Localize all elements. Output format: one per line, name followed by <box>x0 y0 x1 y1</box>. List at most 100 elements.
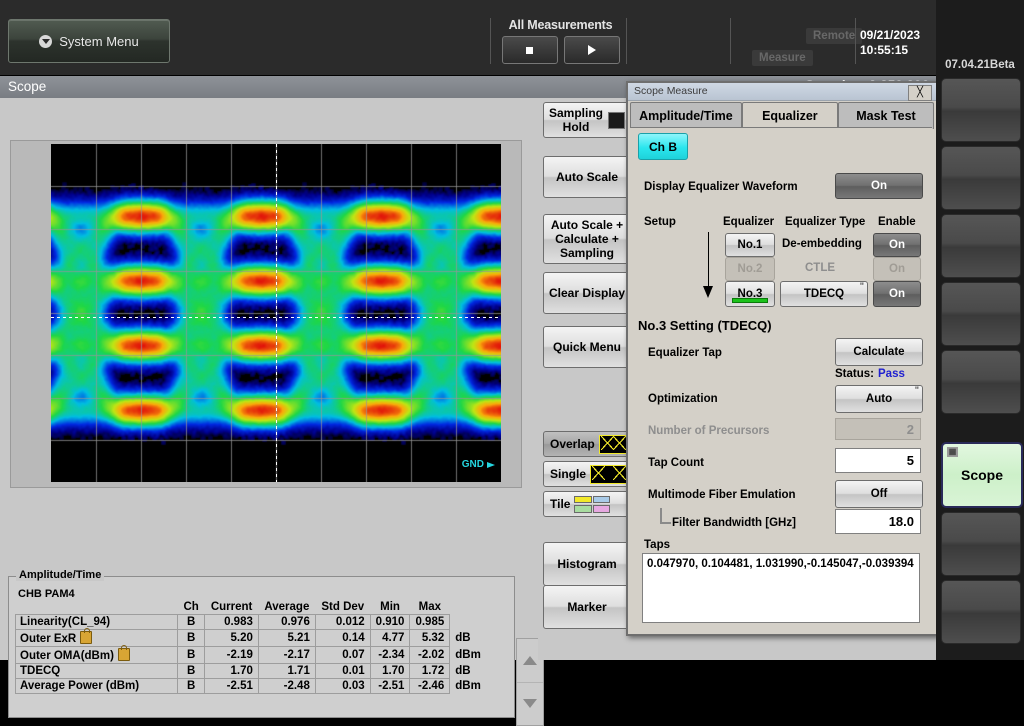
divider <box>855 18 856 64</box>
auto-scale-calculate-sampling-button[interactable]: Auto Scale + Calculate + Sampling <box>543 214 631 264</box>
single-view-button[interactable]: Single <box>543 461 629 487</box>
date-label: 09/21/2023 <box>860 28 920 43</box>
quick-menu-button[interactable]: Quick Menu <box>543 326 631 368</box>
col-stddev: Std Dev <box>315 601 370 615</box>
sidebar-slot-2[interactable] <box>941 146 1021 210</box>
tile-view-button[interactable]: Tile <box>543 491 629 517</box>
optimization-value: Auto <box>866 393 892 405</box>
sampling-label-1: Sampling <box>549 106 603 120</box>
remote-status-badge: Remote <box>806 28 862 44</box>
measurements-table: Ch Current Average Std Dev Min Max Linea… <box>15 601 487 694</box>
tab-mask-test[interactable]: Mask Test <box>838 102 934 129</box>
marker-label: Marker <box>567 600 606 614</box>
display-eq-waveform-label: Display Equalizer Waveform <box>644 181 798 193</box>
horizontal-cursor[interactable] <box>51 317 501 318</box>
equalizer-enable-3-toggle[interactable]: On <box>873 281 921 307</box>
precursors-label: Number of Precursors <box>648 425 769 437</box>
sidebar-slot-4[interactable] <box>941 282 1021 346</box>
marker-button[interactable]: Marker <box>543 585 631 629</box>
tap-count-label: Tap Count <box>648 457 704 469</box>
equalizer-type-3-button[interactable]: " TDECQ <box>780 281 868 307</box>
display-eq-waveform-toggle[interactable]: On <box>835 173 923 199</box>
row-ch: B <box>178 630 205 647</box>
run-button[interactable] <box>564 36 620 64</box>
equalizer-enable-2-label: On <box>889 263 905 275</box>
histogram-button[interactable]: Histogram <box>543 542 631 586</box>
row-unit: dBm <box>450 679 487 694</box>
table-row[interactable]: Outer ExR B 5.20 5.21 0.14 4.77 5.32 dB <box>16 630 487 647</box>
sidebar-slot-5[interactable] <box>941 350 1021 414</box>
equalizer-enable-2-toggle[interactable]: On <box>873 257 921 281</box>
calculate-label: Calculate <box>853 346 904 358</box>
vertical-cursor[interactable] <box>276 144 277 482</box>
clear-display-button[interactable]: Clear Display <box>543 272 631 314</box>
auto-scale-button[interactable]: Auto Scale <box>543 156 631 198</box>
lock-icon <box>118 648 130 661</box>
scroll-down-button[interactable] <box>517 682 543 725</box>
status-label: Status: <box>835 368 874 380</box>
row-ch: B <box>178 647 205 664</box>
row-stddev: 0.14 <box>315 630 370 647</box>
dialog-channel-b-button[interactable]: Ch B <box>638 133 688 160</box>
tab-mask-test-label: Mask Test <box>856 109 916 123</box>
sampling-hold-button[interactable]: Sampling Hold <box>543 102 631 138</box>
dialog-title-bar[interactable]: Scope Measure ╳ <box>628 83 936 101</box>
precursors-field: 2 <box>835 418 921 440</box>
row-average: 0.976 <box>258 615 315 630</box>
equalizer-type-1-label: De-embedding <box>782 238 862 250</box>
table-row[interactable]: Outer OMA(dBm) B -2.19 -2.17 0.07 -2.34 -2.02 d… <box>16 647 487 664</box>
dialog-body: Ch B Display Equalizer Waveform On Setup… <box>630 127 932 631</box>
gnd-label: GND <box>462 459 484 470</box>
dialog-title: Scope Measure <box>634 85 708 97</box>
stop-button[interactable] <box>502 36 558 64</box>
mmf-emulation-toggle[interactable]: Off <box>835 480 923 508</box>
equalizer-column-header: Equalizer <box>723 216 774 228</box>
tab-equalizer[interactable]: Equalizer <box>742 102 838 129</box>
tap-count-input[interactable]: 5 <box>835 448 921 473</box>
divider <box>626 18 627 64</box>
precursors-value: 2 <box>907 422 914 437</box>
sidebar-slot-8[interactable] <box>941 580 1021 644</box>
results-legend: Amplitude/Time <box>16 569 104 581</box>
row-max: 0.985 <box>410 615 450 630</box>
sidebar-slot-7[interactable] <box>941 512 1021 576</box>
row-average: 5.21 <box>258 630 315 647</box>
row-max: 5.32 <box>410 630 450 647</box>
calculate-button[interactable]: Calculate <box>835 338 923 366</box>
tab-equalizer-label: Equalizer <box>762 109 818 123</box>
optimization-button[interactable]: " Auto <box>835 385 923 413</box>
window-icon: ▦ <box>947 447 958 457</box>
enable-column-header: Enable <box>878 216 916 228</box>
close-icon[interactable]: ╳ <box>908 85 932 101</box>
eye-diagram-icon <box>599 435 628 454</box>
stop-square-icon <box>526 47 533 54</box>
tap-count-value: 5 <box>907 453 914 468</box>
time-label: 10:55:15 <box>860 43 920 58</box>
sidebar-item-scope[interactable]: ▦ Scope <box>941 442 1023 508</box>
table-row[interactable]: TDECQ B 1.70 1.71 0.01 1.70 1.72 dB <box>16 664 487 679</box>
equalizer-no3-button[interactable]: No.3 <box>725 281 775 307</box>
equalizer-no1-button[interactable]: No.1 <box>725 233 775 257</box>
overlap-view-button[interactable]: Overlap <box>543 431 629 457</box>
sidebar-slot-1[interactable] <box>941 78 1021 142</box>
equalizer-no2-button[interactable]: No.2 <box>725 257 775 281</box>
eye-diagram-canvas[interactable]: GND <box>51 144 501 482</box>
row-unit: dB <box>450 664 487 679</box>
system-menu-button[interactable]: System Menu <box>8 19 170 63</box>
datetime-display: 09/21/2023 10:55:15 <box>860 28 920 58</box>
row-stddev: 0.012 <box>315 615 370 630</box>
taps-value: 0.047970, 0.104481, 1.031990,-0.145047,-… <box>647 558 914 570</box>
measurement-results-panel: Amplitude/Time CHB PAM4 Ch Current Avera… <box>8 576 515 718</box>
auto-scale-label: Auto Scale <box>556 170 618 184</box>
table-row[interactable]: Average Power (dBm) B -2.51 -2.48 0.03 -2.51-… <box>16 679 487 694</box>
sampling-indicator-icon <box>608 112 625 129</box>
sidebar-slot-3[interactable] <box>941 214 1021 278</box>
asc-label-2: Calculate + <box>555 232 619 246</box>
equalizer-enable-1-toggle[interactable]: On <box>873 233 921 257</box>
eye-diagram-icon <box>590 465 628 484</box>
arrow-right-icon <box>487 462 495 468</box>
taps-textarea[interactable]: 0.047970, 0.104481, 1.031990,-0.145047,-… <box>642 553 920 623</box>
divider <box>730 18 731 64</box>
tab-amplitude-time[interactable]: Amplitude/Time <box>630 102 742 129</box>
filter-bandwidth-input[interactable]: 18.0 <box>835 509 921 534</box>
